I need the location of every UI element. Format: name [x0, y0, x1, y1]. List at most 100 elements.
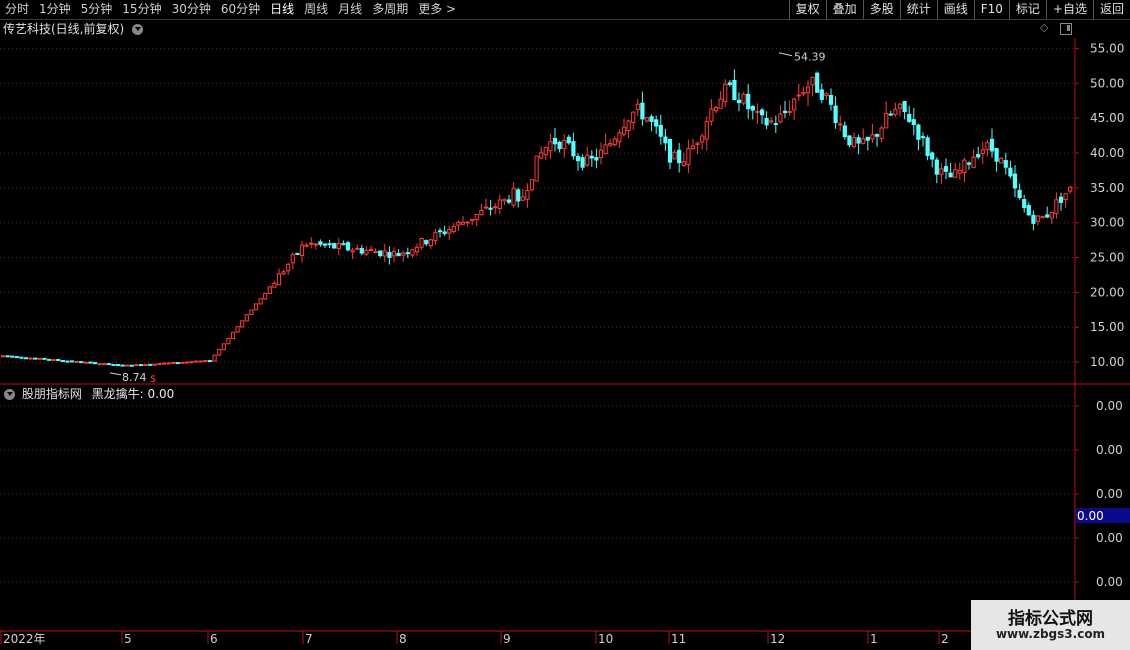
candle-body — [805, 86, 811, 94]
candle-body — [217, 348, 222, 356]
time-axis-label: 9 — [503, 632, 511, 646]
candle-body — [736, 99, 742, 104]
candle-body — [764, 117, 769, 126]
candle-body — [948, 172, 953, 178]
candle-body — [874, 134, 880, 137]
candle-body — [543, 146, 548, 156]
candle-body — [355, 247, 360, 250]
candle-body — [230, 331, 236, 340]
candle-body — [612, 138, 617, 146]
candle-body — [1035, 215, 1041, 222]
candle-body — [801, 92, 806, 95]
candle-body — [474, 213, 479, 221]
indicator-axis-label: 0.00 — [1096, 443, 1123, 457]
candle-body — [332, 243, 337, 249]
candle-body — [810, 76, 815, 86]
candle-body — [382, 250, 387, 257]
candle-body — [1068, 186, 1073, 192]
candle-body — [60, 360, 65, 363]
candle-body — [1003, 160, 1008, 168]
candle-body — [433, 232, 438, 242]
candle-body — [980, 149, 985, 155]
candle-body — [902, 101, 907, 113]
time-axis-label: 11 — [671, 632, 686, 646]
indicator-axis-label: 0.00 — [1096, 531, 1123, 545]
candle-body — [447, 229, 452, 234]
price-axis-label: 55.00 — [1090, 41, 1124, 55]
candle-body — [608, 143, 613, 146]
candle-body — [516, 189, 521, 202]
candle-body — [207, 360, 213, 363]
candle-body — [488, 207, 493, 210]
candle-body — [437, 230, 443, 233]
time-axis-label: 7 — [305, 632, 313, 646]
candle-body — [194, 360, 199, 363]
candle-body — [851, 137, 857, 148]
candle-body — [51, 359, 56, 362]
candle-body — [405, 252, 410, 255]
current-value-label: 0.00 — [1077, 509, 1104, 523]
candle-body — [10, 355, 15, 358]
candle-body — [594, 157, 599, 161]
candle-body — [102, 363, 107, 366]
candle-body — [649, 116, 654, 122]
candle-body — [755, 110, 760, 113]
chevron-down-icon[interactable] — [4, 389, 15, 400]
candle-body — [299, 244, 305, 256]
candle-body — [893, 108, 898, 115]
candle-body — [470, 218, 475, 222]
candle-body — [327, 243, 332, 246]
low-price-label: 8.74 — [122, 371, 147, 384]
candle-body — [511, 187, 516, 206]
candle-body — [782, 110, 788, 114]
candle-body — [700, 135, 705, 143]
candle-body — [483, 206, 489, 209]
candle-body — [189, 361, 194, 364]
candle-body — [502, 198, 507, 202]
candle-body — [709, 108, 714, 122]
price-axis-label: 50.00 — [1090, 76, 1124, 90]
candle-body — [920, 136, 926, 139]
candle-body — [373, 251, 378, 254]
candle-body — [115, 364, 121, 367]
candle-body — [359, 248, 364, 254]
candle-body — [548, 141, 553, 152]
price-axis-label: 25.00 — [1090, 251, 1124, 265]
candle-body — [787, 110, 792, 113]
candle-body — [681, 161, 686, 166]
candle-body — [442, 231, 447, 235]
candle-body — [92, 362, 98, 365]
candle-body — [750, 105, 755, 111]
price-axis-label: 15.00 — [1090, 320, 1124, 334]
candle-body — [175, 362, 180, 365]
candle-body — [654, 119, 659, 127]
candle-body — [125, 364, 130, 367]
indicator-name: 股朋指标网 — [21, 387, 82, 401]
candle-body — [33, 357, 38, 360]
candle-body — [741, 93, 746, 104]
candle-body — [644, 117, 650, 122]
candle-body — [796, 94, 801, 97]
candle-body — [345, 242, 351, 251]
candle-body — [309, 242, 314, 245]
candle-body — [575, 156, 581, 162]
price-axis-label: 20.00 — [1090, 285, 1124, 299]
candle-body — [341, 243, 346, 246]
candle-body — [184, 361, 190, 364]
candle-body — [916, 124, 921, 140]
candle-body — [870, 134, 875, 140]
candle-body — [161, 362, 167, 365]
time-axis-label: 10 — [598, 632, 613, 646]
candle-body — [79, 361, 84, 364]
candlestick-chart[interactable]: 55.0050.0045.0040.0035.0030.0025.0020.00… — [0, 0, 1130, 650]
candle-body — [350, 249, 355, 253]
candle-body — [769, 120, 774, 123]
candle-body — [534, 155, 539, 182]
candle-body — [884, 112, 889, 129]
candle-body — [879, 127, 884, 139]
candle-body — [364, 249, 369, 255]
candle-body — [589, 155, 594, 159]
candle-body — [465, 221, 470, 224]
candle-body — [1054, 199, 1059, 215]
candle-body — [1022, 199, 1027, 209]
